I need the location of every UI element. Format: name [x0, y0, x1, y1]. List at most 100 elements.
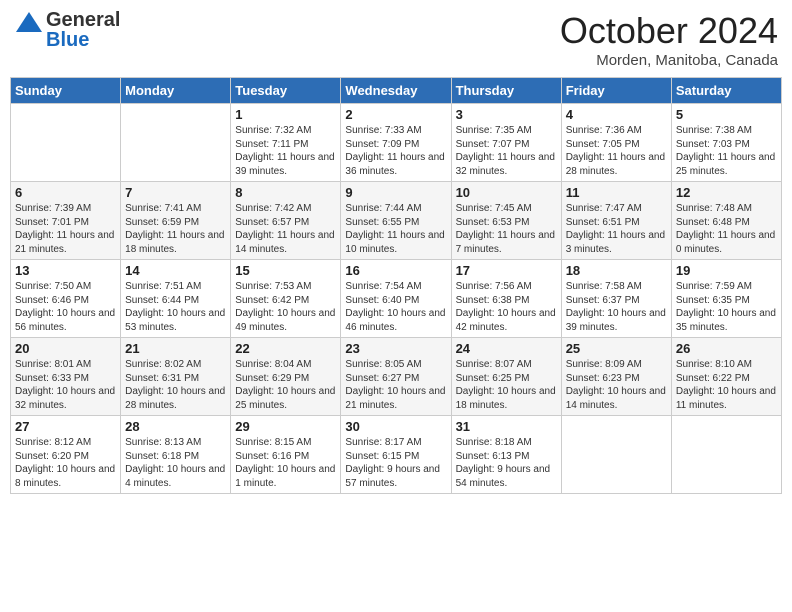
calendar-cell: 1 Sunrise: 7:32 AM Sunset: 7:11 PM Daylig… — [231, 104, 341, 182]
day-info: Sunrise: 8:01 AM Sunset: 6:33 PM Dayligh… — [15, 358, 116, 412]
month-title: October 2024 — [560, 10, 778, 52]
day-info: Sunrise: 8:05 AM Sunset: 6:27 PM Dayligh… — [345, 358, 446, 412]
day-number: 17 — [456, 263, 557, 278]
day-info: Sunrise: 7:51 AM Sunset: 6:44 PM Dayligh… — [125, 280, 226, 334]
day-number: 15 — [235, 263, 336, 278]
day-number: 24 — [456, 341, 557, 356]
calendar-cell: 26 Sunrise: 8:10 AM Sunset: 6:22 PM Dayli… — [671, 338, 781, 416]
day-number: 18 — [566, 263, 667, 278]
day-info: Sunrise: 8:09 AM Sunset: 6:23 PM Dayligh… — [566, 358, 667, 412]
calendar-cell: 23Sunrise: 8:05 AM Sunset: 6:27 PM Dayli… — [341, 338, 451, 416]
day-info: Sunrise: 8:18 AM Sunset: 6:13 PM Dayligh… — [456, 436, 557, 490]
calendar-cell: 25 Sunrise: 8:09 AM Sunset: 6:23 PM Dayli… — [561, 338, 671, 416]
calendar-cell: 3Sunrise: 7:35 AM Sunset: 7:07 PM Daylig… — [451, 104, 561, 182]
day-info: Sunrise: 8:10 AM Sunset: 6:22 PM Dayligh… — [676, 358, 777, 412]
calendar-week-row: 27Sunrise: 8:12 AM Sunset: 6:20 PM Dayli… — [11, 416, 782, 494]
calendar-cell: 18Sunrise: 7:58 AM Sunset: 6:37 PM Dayli… — [561, 260, 671, 338]
calendar-cell: 2Sunrise: 7:33 AM Sunset: 7:09 PM Daylig… — [341, 104, 451, 182]
day-number: 14 — [125, 263, 226, 278]
day-info: Sunrise: 7:42 AM Sunset: 6:57 PM Dayligh… — [235, 202, 336, 256]
logo-icon — [14, 10, 44, 50]
calendar-cell: 9Sunrise: 7:44 AM Sunset: 6:55 PM Daylig… — [341, 182, 451, 260]
calendar-cell: 27Sunrise: 8:12 AM Sunset: 6:20 PM Dayli… — [11, 416, 121, 494]
day-number: 13 — [15, 263, 116, 278]
day-info: Sunrise: 8:13 AM Sunset: 6:18 PM Dayligh… — [125, 436, 226, 490]
calendar-cell: 19Sunrise: 7:59 AM Sunset: 6:35 PM Dayli… — [671, 260, 781, 338]
day-info: Sunrise: 7:41 AM Sunset: 6:59 PM Dayligh… — [125, 202, 226, 256]
logo: General Blue — [14, 10, 120, 50]
calendar-week-row: 13 Sunrise: 7:50 AM Sunset: 6:46 PM Dayli… — [11, 260, 782, 338]
day-info: Sunrise: 7:54 AM Sunset: 6:40 PM Dayligh… — [345, 280, 446, 334]
day-number: 19 — [676, 263, 777, 278]
day-number: 5 — [676, 107, 777, 122]
calendar-cell: 17 Sunrise: 7:56 AM Sunset: 6:38 PM Dayli… — [451, 260, 561, 338]
day-info: Sunrise: 7:56 AM Sunset: 6:38 PM Dayligh… — [456, 280, 557, 334]
calendar-cell: 6 Sunrise: 7:39 AM Sunset: 7:01 PM Daylig… — [11, 182, 121, 260]
weekday-header-saturday: Saturday — [671, 78, 781, 104]
weekday-header-monday: Monday — [121, 78, 231, 104]
day-info: Sunrise: 7:47 AM Sunset: 6:51 PM Dayligh… — [566, 202, 667, 256]
day-number: 20 — [15, 341, 116, 356]
calendar-cell: 31Sunrise: 8:18 AM Sunset: 6:13 PM Dayli… — [451, 416, 561, 494]
day-number: 29 — [235, 419, 336, 434]
calendar-cell — [561, 416, 671, 494]
calendar-cell: 22 Sunrise: 8:04 AM Sunset: 6:29 PM Dayli… — [231, 338, 341, 416]
calendar-cell: 8Sunrise: 7:42 AM Sunset: 6:57 PM Daylig… — [231, 182, 341, 260]
weekday-header-tuesday: Tuesday — [231, 78, 341, 104]
day-number: 7 — [125, 185, 226, 200]
calendar-week-row: 1 Sunrise: 7:32 AM Sunset: 7:11 PM Daylig… — [11, 104, 782, 182]
weekday-header-thursday: Thursday — [451, 78, 561, 104]
weekday-header-friday: Friday — [561, 78, 671, 104]
day-number: 1 — [235, 107, 336, 122]
calendar-cell: 12 Sunrise: 7:48 AM Sunset: 6:48 PM Dayli… — [671, 182, 781, 260]
weekday-header-sunday: Sunday — [11, 78, 121, 104]
logo-text: General Blue — [46, 10, 120, 50]
day-number: 27 — [15, 419, 116, 434]
day-number: 3 — [456, 107, 557, 122]
calendar-cell — [121, 104, 231, 182]
day-number: 21 — [125, 341, 226, 356]
calendar-cell: 21Sunrise: 8:02 AM Sunset: 6:31 PM Dayli… — [121, 338, 231, 416]
weekday-header-wednesday: Wednesday — [341, 78, 451, 104]
calendar-cell — [11, 104, 121, 182]
calendar-week-row: 20 Sunrise: 8:01 AM Sunset: 6:33 PM Dayli… — [11, 338, 782, 416]
day-info: Sunrise: 8:17 AM Sunset: 6:15 PM Dayligh… — [345, 436, 446, 490]
day-number: 10 — [456, 185, 557, 200]
day-info: Sunrise: 7:32 AM Sunset: 7:11 PM Dayligh… — [235, 124, 336, 178]
calendar-cell: 28Sunrise: 8:13 AM Sunset: 6:18 PM Dayli… — [121, 416, 231, 494]
day-number: 2 — [345, 107, 446, 122]
calendar-cell: 16 Sunrise: 7:54 AM Sunset: 6:40 PM Dayli… — [341, 260, 451, 338]
day-info: Sunrise: 7:39 AM Sunset: 7:01 PM Dayligh… — [15, 202, 116, 256]
day-number: 25 — [566, 341, 667, 356]
day-number: 26 — [676, 341, 777, 356]
day-number: 4 — [566, 107, 667, 122]
day-number: 6 — [15, 185, 116, 200]
day-number: 22 — [235, 341, 336, 356]
page-header: General Blue October 2024 Morden, Manito… — [10, 10, 782, 69]
calendar-cell: 24Sunrise: 8:07 AM Sunset: 6:25 PM Dayli… — [451, 338, 561, 416]
logo-blue: Blue — [46, 30, 120, 50]
calendar-cell: 30Sunrise: 8:17 AM Sunset: 6:15 PM Dayli… — [341, 416, 451, 494]
day-info: Sunrise: 7:48 AM Sunset: 6:48 PM Dayligh… — [676, 202, 777, 256]
calendar-table: SundayMondayTuesdayWednesdayThursdayFrid… — [10, 77, 782, 494]
day-info: Sunrise: 7:50 AM Sunset: 6:46 PM Dayligh… — [15, 280, 116, 334]
calendar-cell: 29 Sunrise: 8:15 AM Sunset: 6:16 PM Dayli… — [231, 416, 341, 494]
day-info: Sunrise: 7:53 AM Sunset: 6:42 PM Dayligh… — [235, 280, 336, 334]
calendar-cell: 4 Sunrise: 7:36 AM Sunset: 7:05 PM Daylig… — [561, 104, 671, 182]
day-info: Sunrise: 7:36 AM Sunset: 7:05 PM Dayligh… — [566, 124, 667, 178]
day-info: Sunrise: 8:15 AM Sunset: 6:16 PM Dayligh… — [235, 436, 336, 490]
day-number: 11 — [566, 185, 667, 200]
calendar-cell — [671, 416, 781, 494]
calendar-cell: 14 Sunrise: 7:51 AM Sunset: 6:44 PM Dayli… — [121, 260, 231, 338]
day-info: Sunrise: 7:38 AM Sunset: 7:03 PM Dayligh… — [676, 124, 777, 178]
calendar-cell: 10 Sunrise: 7:45 AM Sunset: 6:53 PM Dayli… — [451, 182, 561, 260]
calendar-cell: 7 Sunrise: 7:41 AM Sunset: 6:59 PM Daylig… — [121, 182, 231, 260]
calendar-cell: 20 Sunrise: 8:01 AM Sunset: 6:33 PM Dayli… — [11, 338, 121, 416]
day-info: Sunrise: 7:45 AM Sunset: 6:53 PM Dayligh… — [456, 202, 557, 256]
day-info: Sunrise: 7:44 AM Sunset: 6:55 PM Dayligh… — [345, 202, 446, 256]
calendar-cell: 15 Sunrise: 7:53 AM Sunset: 6:42 PM Dayli… — [231, 260, 341, 338]
day-number: 12 — [676, 185, 777, 200]
day-info: Sunrise: 8:04 AM Sunset: 6:29 PM Dayligh… — [235, 358, 336, 412]
calendar-week-row: 6 Sunrise: 7:39 AM Sunset: 7:01 PM Daylig… — [11, 182, 782, 260]
day-number: 16 — [345, 263, 446, 278]
